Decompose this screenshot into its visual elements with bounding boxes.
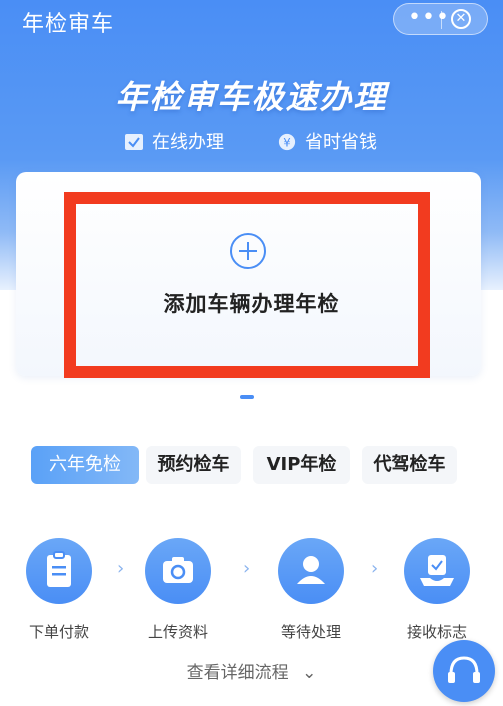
- step-waiting: [278, 538, 344, 604]
- step-order-pay: [26, 538, 92, 604]
- chevron-right-icon: ›: [243, 558, 251, 579]
- step-label-upload: 上传资料: [147, 623, 208, 641]
- feature-online: 在线办理: [124, 128, 224, 154]
- tab-vip[interactable]: VIP年检: [253, 446, 350, 484]
- chevron-right-icon: ›: [371, 558, 379, 579]
- tab-six-year-exempt[interactable]: 六年免检: [31, 446, 139, 484]
- capsule-divider: [441, 11, 442, 29]
- receive-tray-icon: [420, 555, 454, 586]
- close-circle-icon[interactable]: ✕: [451, 9, 471, 29]
- tab-appointment[interactable]: 预约检车: [146, 446, 241, 484]
- hero-headline: 年检审车极速办理: [115, 78, 388, 116]
- step-upload: [145, 538, 211, 604]
- step-label-order-pay: 下单付款: [28, 623, 89, 641]
- headset-icon: [448, 656, 480, 683]
- clipboard-icon: [47, 551, 71, 587]
- feature-save: ¥ 省时省钱: [277, 128, 377, 154]
- feature-save-label: 省时省钱: [305, 132, 377, 153]
- step-label-receive: 接收标志: [406, 623, 467, 641]
- yen-coin-icon: ¥: [278, 133, 296, 151]
- chevron-down-icon: ⌄: [302, 663, 317, 683]
- detail-flow-link[interactable]: 查看详细流程 ⌄: [0, 658, 503, 683]
- customer-service-button[interactable]: [433, 640, 495, 702]
- mini-program-capsule: ••• ✕: [393, 3, 488, 35]
- step-label-waiting: 等待处理: [280, 623, 341, 641]
- swiper-indicator: [240, 395, 254, 399]
- chevron-right-icon: ›: [117, 558, 125, 579]
- user-stamp-icon: [297, 556, 325, 584]
- highlight-box: [64, 192, 430, 378]
- page-title: 年检审车: [22, 12, 115, 37]
- check-box-icon: [125, 134, 143, 150]
- feature-online-label: 在线办理: [152, 132, 224, 153]
- svg-text:¥: ¥: [283, 136, 290, 150]
- detail-flow-label[interactable]: 查看详细流程: [187, 663, 289, 683]
- more-dots-icon[interactable]: •••: [408, 6, 450, 30]
- step-receive: [404, 538, 470, 604]
- tab-driver-service[interactable]: 代驾检车: [362, 446, 457, 484]
- camera-icon: [163, 557, 193, 583]
